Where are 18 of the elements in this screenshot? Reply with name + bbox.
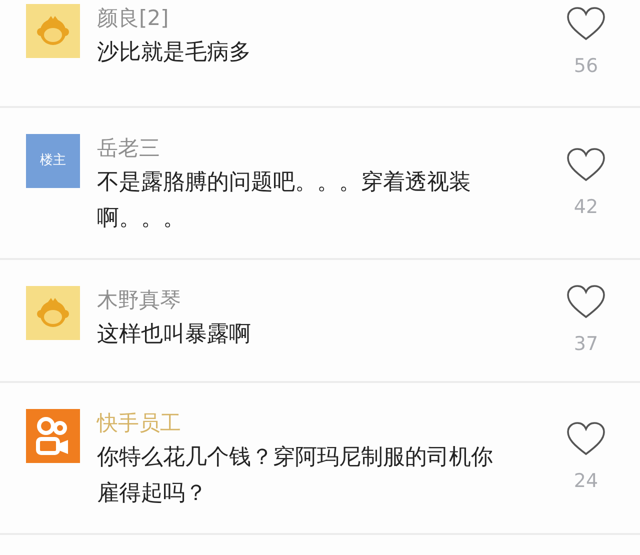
like-count: 56 (574, 54, 598, 79)
like-count: 37 (574, 332, 598, 357)
like-count: 24 (574, 469, 598, 494)
comment-text: 沙比就是毛病多 (97, 39, 252, 67)
camera-logo-avatar[interactable] (26, 408, 80, 462)
comment-text: 你特么花几个钱？穿阿玛尼制服的司机你 雇得起吗？ (97, 444, 494, 508)
like-count: 42 (574, 194, 598, 220)
like-icon[interactable] (566, 146, 606, 183)
like-icon[interactable] (566, 284, 606, 320)
user-name[interactable]: 颜良[2] (97, 2, 540, 34)
user-name[interactable]: 岳老三 (97, 132, 540, 164)
owner-avatar[interactable]: 楼主 (26, 134, 80, 188)
comment-text: 这样也叫暴露啊 (97, 321, 252, 349)
like-icon[interactable] (566, 421, 606, 458)
comment-text: 不是露胳膊的问题吧。。。穿着透视装 啊。。。 (97, 169, 472, 233)
user-name[interactable]: 木野真琴 (97, 284, 540, 316)
like-icon[interactable] (566, 6, 606, 42)
user-name[interactable]: 快手员工 (97, 406, 540, 438)
